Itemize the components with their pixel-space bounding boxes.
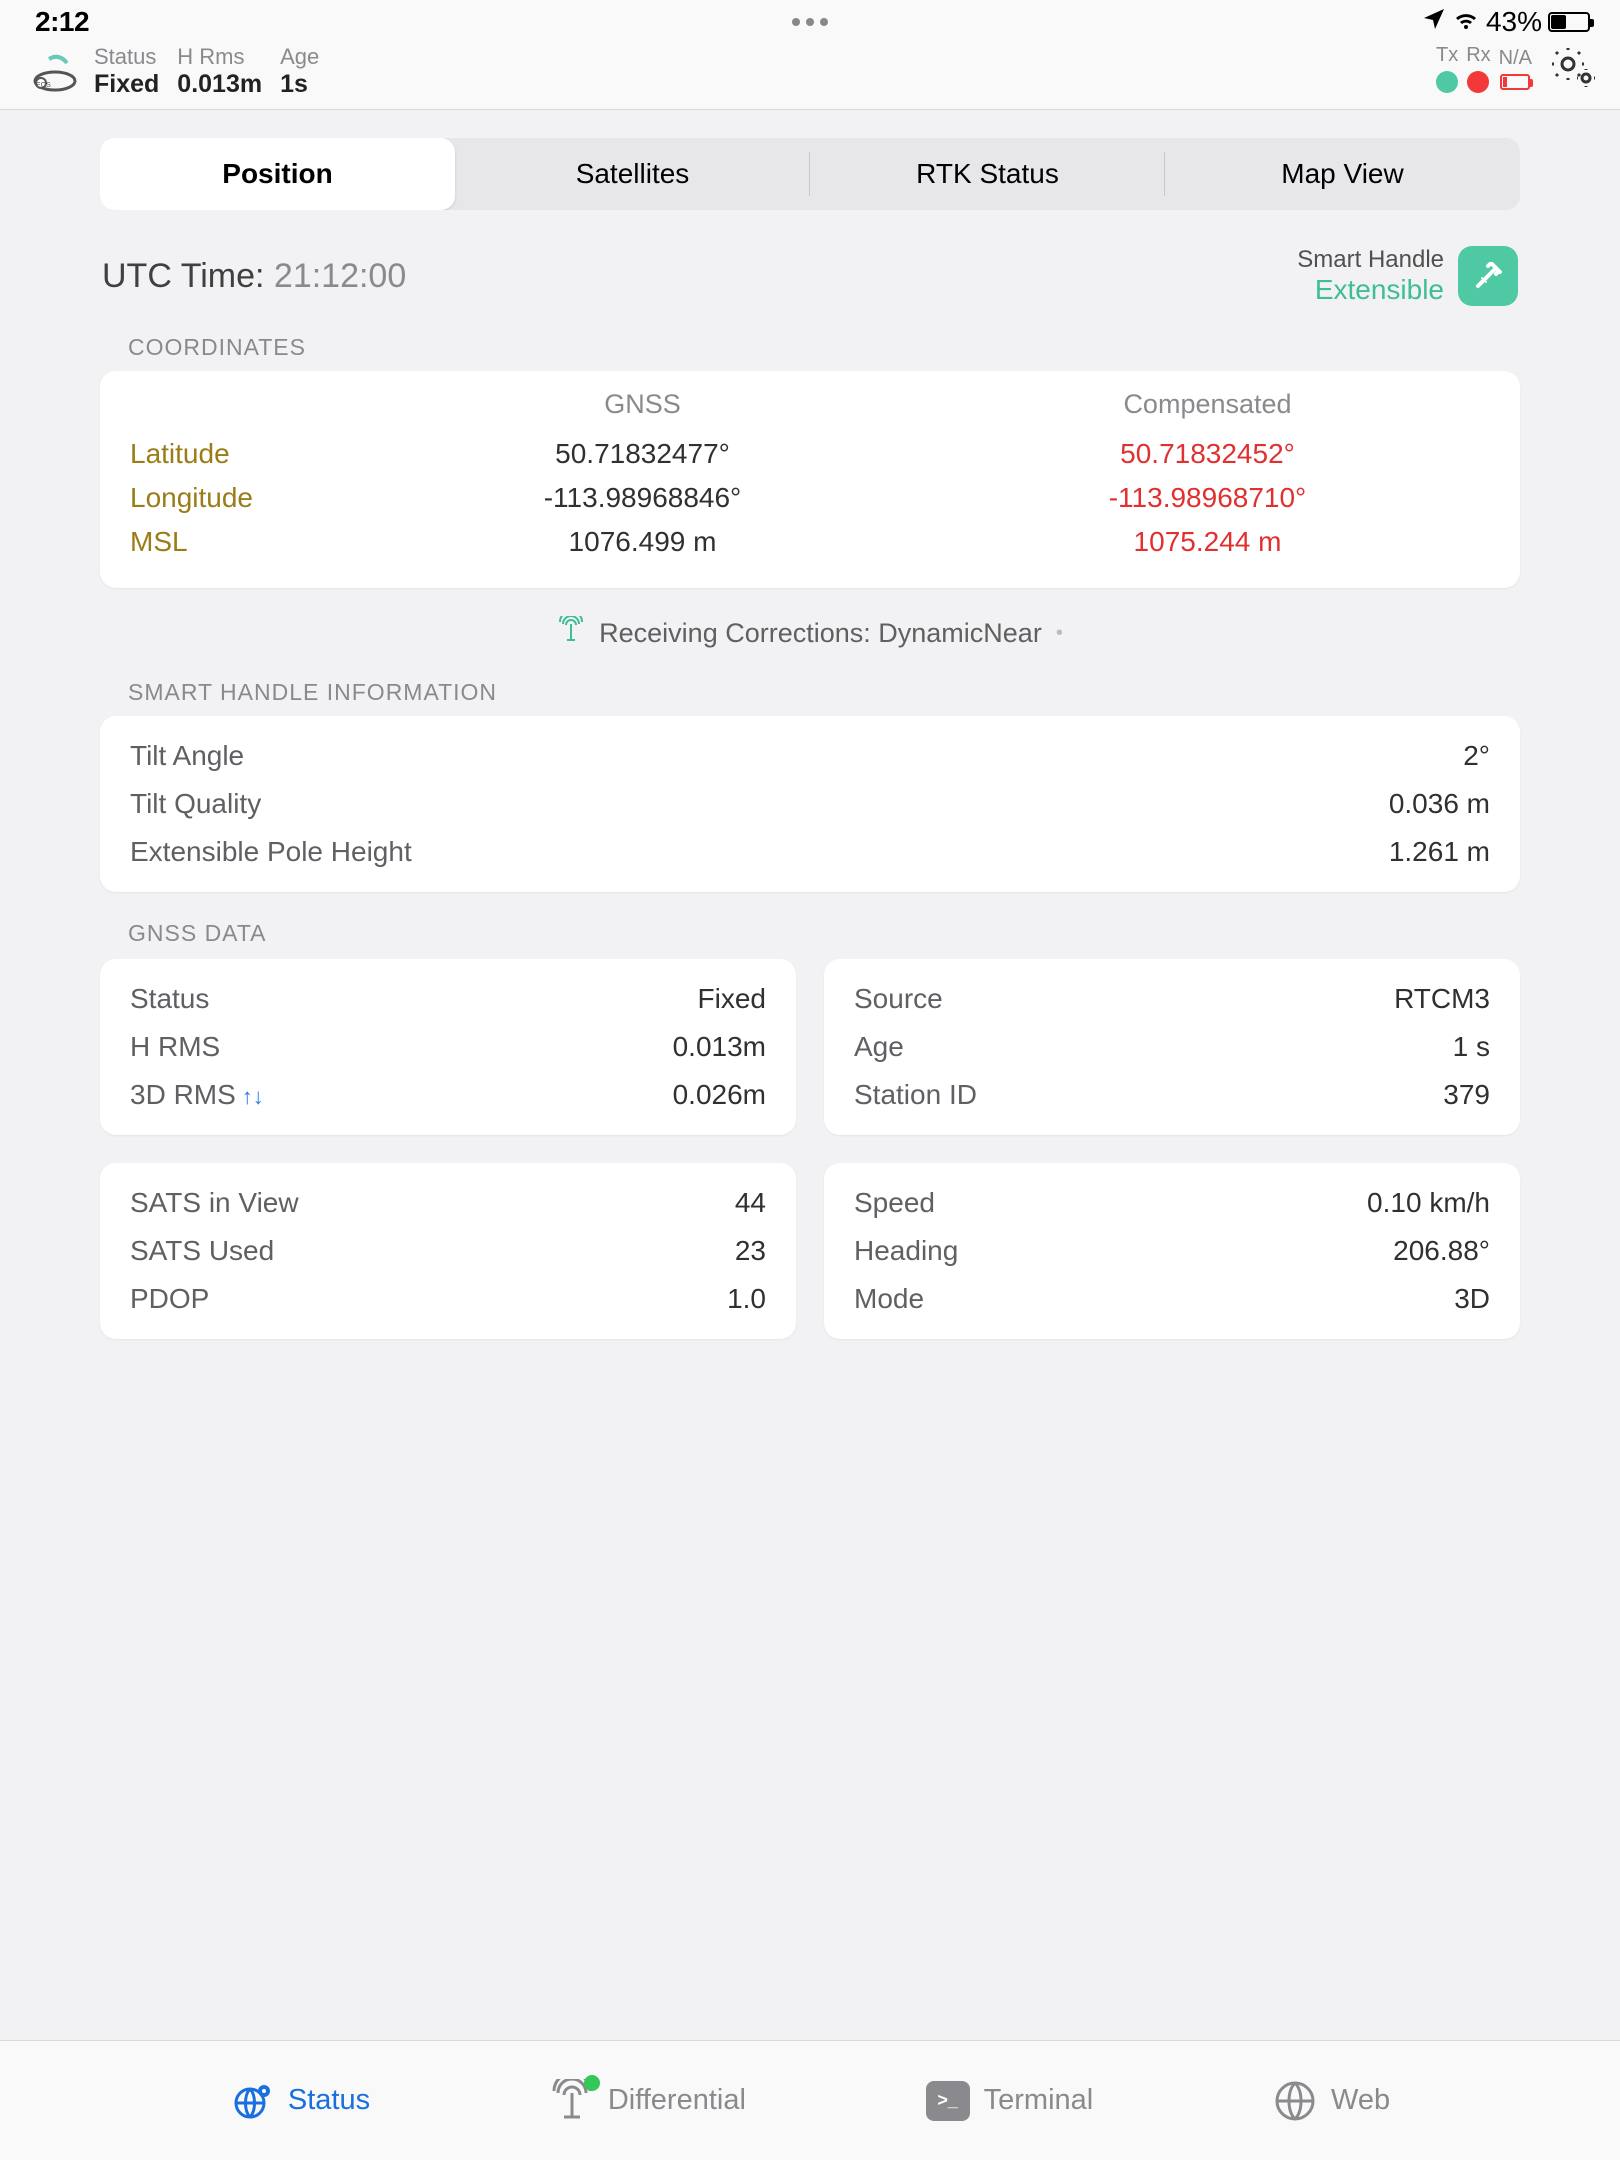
gnss-panel-3: Speed0.10 km/h Heading206.88° Mode3D: [824, 1163, 1520, 1339]
age-label: Age: [280, 44, 319, 70]
tabbar-status-label: Status: [288, 2084, 370, 2117]
corrections-text: Receiving Corrections: DynamicNear: [599, 618, 1042, 649]
battery-icon: [1548, 12, 1590, 32]
tabbar-web-label: Web: [1331, 2084, 1390, 2117]
tabbar-status[interactable]: Status: [230, 2079, 370, 2123]
coord-row-longitude: Longitude -113.98968846° -113.98968710°: [130, 476, 1490, 520]
compensated-header: Compensated: [925, 389, 1490, 420]
settings-button[interactable]: [1548, 44, 1598, 93]
tabbar-differential[interactable]: Differential: [550, 2079, 746, 2123]
clock: 2:12: [35, 6, 89, 38]
tx-indicator: [1436, 71, 1458, 93]
corrections-status[interactable]: Receiving Corrections: DynamicNear •: [100, 616, 1520, 651]
na-label: N/A: [1499, 47, 1532, 70]
svg-text:EOS: EOS: [36, 82, 51, 89]
coord-row-latitude: Latitude 50.71832477° 50.71832452°: [130, 432, 1490, 476]
antenna-icon: [557, 616, 585, 651]
row-sats-view: SATS in View44: [130, 1179, 766, 1227]
app-header: EOS Status Fixed H Rms 0.013m Age 1s Tx …: [0, 42, 1620, 110]
globe-pin-icon: [230, 2079, 274, 2123]
ellipsis-icon: [792, 18, 828, 26]
antenna-tabbar-icon: [550, 2079, 594, 2123]
tabbar-terminal-label: Terminal: [984, 2084, 1094, 2117]
tabbar-web[interactable]: Web: [1273, 2079, 1390, 2123]
row-mode: Mode3D: [854, 1275, 1490, 1323]
gnss-data-section-label: GNSS DATA: [128, 920, 1520, 947]
coordinates-card: GNSS Compensated Latitude 50.71832477° 5…: [100, 371, 1520, 588]
row-tilt-angle: Tilt Angle2°: [130, 732, 1490, 780]
row-age: Age1 s: [854, 1023, 1490, 1071]
row-3drms: 3D RMS↑↓0.026m: [130, 1071, 766, 1119]
row-pole-height: Extensible Pole Height1.261 m: [130, 828, 1490, 876]
status-label: Status: [94, 44, 159, 70]
tabbar-terminal[interactable]: >_ Terminal: [926, 2079, 1094, 2123]
row-speed: Speed0.10 km/h: [854, 1179, 1490, 1227]
smart-handle-card: Tilt Angle2° Tilt Quality0.036 m Extensi…: [100, 716, 1520, 892]
wifi-icon: [1452, 6, 1480, 38]
updown-icon: ↑↓: [242, 1084, 264, 1109]
row-tilt-quality: Tilt Quality0.036 m: [130, 780, 1490, 828]
location-icon: [1422, 6, 1446, 38]
terminal-icon: >_: [926, 2079, 970, 2123]
status-badge-icon: [584, 2075, 600, 2091]
tabbar-differential-label: Differential: [608, 2084, 746, 2117]
app-logo: EOS: [30, 50, 78, 94]
row-pdop: PDOP1.0: [130, 1275, 766, 1323]
row-source: SourceRTCM3: [854, 975, 1490, 1023]
gnss-panel-1: SourceRTCM3 Age1 s Station ID379: [824, 959, 1520, 1135]
gnss-panel-2: SATS in View44 SATS Used23 PDOP1.0: [100, 1163, 796, 1339]
tab-satellites[interactable]: Satellites: [455, 138, 810, 210]
age-value: 1s: [280, 70, 319, 99]
rx-indicator: [1467, 71, 1489, 93]
smart-handle-status: Extensible: [1297, 274, 1444, 306]
battery-pct: 43%: [1486, 6, 1542, 38]
row-sats-used: SATS Used23: [130, 1227, 766, 1275]
coord-row-msl: MSL 1076.499 m 1075.244 m: [130, 520, 1490, 564]
globe-icon: [1273, 2079, 1317, 2123]
bottom-tabbar: Status Differential >_ Terminal Web: [0, 2040, 1620, 2160]
device-battery-icon: [1500, 74, 1530, 90]
smart-handle-icon: [1458, 246, 1518, 306]
smart-handle-button[interactable]: Smart Handle Extensible: [1297, 246, 1518, 306]
smart-handle-label: Smart Handle: [1297, 246, 1444, 274]
row-heading: Heading206.88°: [854, 1227, 1490, 1275]
main-content: Position Satellites RTK Status Map View …: [0, 110, 1620, 1339]
gnss-data-grid: StatusFixed H RMS0.013m 3D RMS↑↓0.026m S…: [100, 959, 1520, 1339]
tab-map-view[interactable]: Map View: [1165, 138, 1520, 210]
chevron-dot-icon: •: [1056, 622, 1063, 645]
tab-rtk-status[interactable]: RTK Status: [810, 138, 1165, 210]
row-station-id: Station ID379: [854, 1071, 1490, 1119]
utc-time: UTC Time: 21:12:00: [102, 257, 406, 296]
hrms-label: H Rms: [177, 44, 262, 70]
tx-label: Tx: [1436, 44, 1458, 67]
gnss-header: GNSS: [360, 389, 925, 420]
view-tabs: Position Satellites RTK Status Map View: [100, 138, 1520, 210]
row-hrms: H RMS0.013m: [130, 1023, 766, 1071]
hrms-value: 0.013m: [177, 70, 262, 99]
gnss-panel-0: StatusFixed H RMS0.013m 3D RMS↑↓0.026m: [100, 959, 796, 1135]
ios-status-bar: 2:12 43%: [0, 0, 1620, 42]
status-value: Fixed: [94, 70, 159, 99]
coordinates-section-label: COORDINATES: [128, 334, 1520, 361]
row-status: StatusFixed: [130, 975, 766, 1023]
rx-label: Rx: [1466, 44, 1490, 67]
smart-handle-section-label: SMART HANDLE INFORMATION: [128, 679, 1520, 706]
tab-position[interactable]: Position: [100, 138, 455, 210]
